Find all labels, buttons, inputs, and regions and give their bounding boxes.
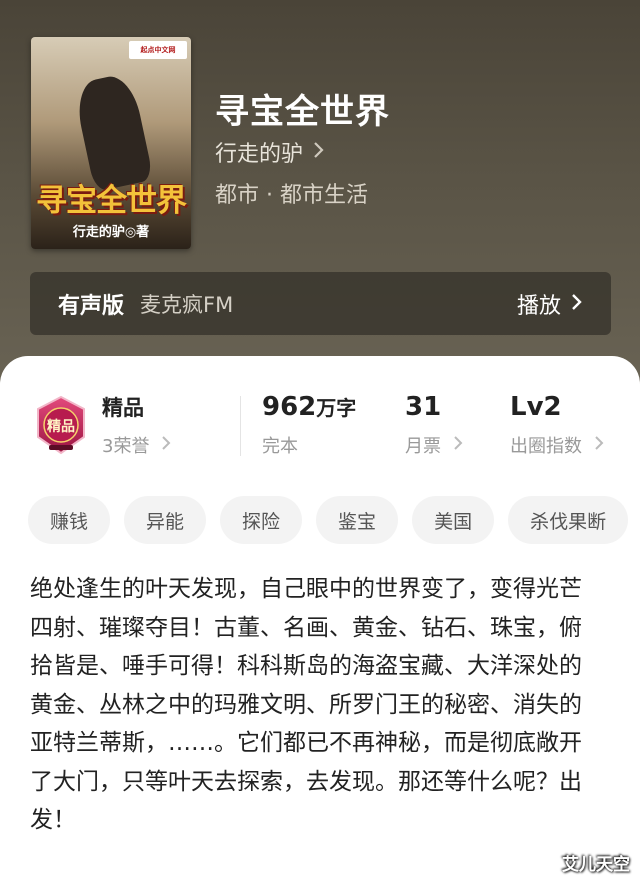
tag-chip[interactable]: 美国	[412, 496, 495, 544]
completion-status: 完本	[262, 436, 298, 457]
chevron-right-icon	[571, 292, 583, 316]
book-header: 起点中文网 寻宝全世界 行走的驴◎著 寻宝全世界 行走的驴 都市 · 都市生活 …	[0, 0, 640, 400]
popularity-level-value: Lv2	[510, 392, 562, 422]
tag-chip[interactable]: 鉴宝	[316, 496, 399, 544]
book-cover[interactable]: 起点中文网 寻宝全世界 行走的驴◎著	[31, 37, 191, 249]
chevron-right-icon	[594, 435, 604, 456]
word-count-stat: 962 万字 完本	[262, 392, 356, 458]
stats-divider	[240, 396, 241, 456]
author-name: 行走的驴	[215, 142, 304, 167]
stats-row: 精品 精品 3荣誉 962 万字 完本 31 月票 Lv2 出圈指数	[0, 392, 640, 472]
chevron-right-icon	[453, 435, 463, 456]
monthly-tickets-value: 31	[405, 392, 442, 422]
badge-info[interactable]: 精品 3荣誉	[102, 392, 171, 458]
author-link[interactable]: 行走的驴	[215, 136, 325, 168]
audio-version-bar[interactable]: 有声版 麦克疯FM 播放	[30, 272, 611, 335]
cover-publisher-tag: 起点中文网	[129, 41, 187, 59]
tag-chip[interactable]: 探险	[220, 496, 303, 544]
monthly-tickets-label: 月票	[405, 436, 441, 457]
chevron-right-icon	[313, 140, 325, 164]
audio-source: 麦克疯FM	[140, 292, 234, 317]
badge-title: 精品	[102, 396, 144, 420]
badge-icon-text: 精品	[47, 418, 75, 435]
tag-chip[interactable]: 异能	[124, 496, 207, 544]
premium-badge-icon[interactable]: 精品	[32, 395, 90, 457]
book-description[interactable]: 绝处逢生的叶天发现，自己眼中的世界变了，变得光芒四射、璀璨夺目！古董、名画、黄金…	[30, 570, 600, 840]
play-label: 播放	[516, 293, 561, 319]
tag-list: 赚钱 异能 探险 鉴宝 美国 杀伐果断	[28, 496, 640, 546]
popularity-level-label: 出圈指数	[510, 436, 582, 457]
book-genre: 都市 · 都市生活	[215, 183, 368, 208]
play-button[interactable]: 播放	[517, 288, 583, 320]
book-title: 寻宝全世界	[215, 92, 390, 132]
popularity-level-stat[interactable]: Lv2 出圈指数	[510, 392, 604, 458]
cover-author: 行走的驴◎著	[72, 225, 150, 240]
chevron-right-icon	[161, 435, 171, 456]
honors-count: 3荣誉	[102, 436, 150, 457]
tag-chip[interactable]: 赚钱	[28, 496, 111, 544]
audio-label: 有声版	[58, 293, 125, 319]
cover-title: 寻宝全世界	[36, 183, 187, 219]
badge-honors[interactable]: 3荣誉	[102, 432, 171, 458]
word-count-value: 962	[262, 392, 317, 422]
monthly-tickets-stat[interactable]: 31 月票	[405, 392, 463, 458]
tag-chip[interactable]: 杀伐果断	[508, 496, 629, 544]
watermark: 艾儿天空	[562, 855, 630, 875]
book-detail-sheet: 精品 精品 3荣誉 962 万字 完本 31 月票 Lv2 出圈指数 赚钱 异能…	[0, 356, 640, 883]
word-count-unit: 万字	[316, 396, 357, 420]
